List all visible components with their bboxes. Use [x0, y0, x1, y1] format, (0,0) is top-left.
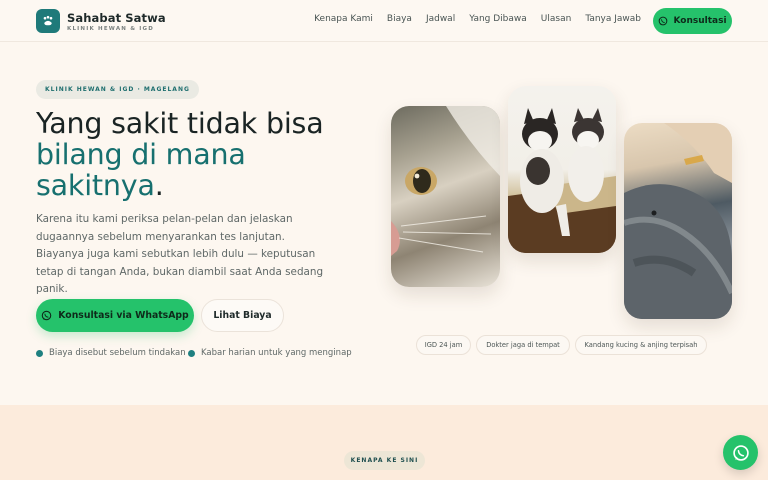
hero-title: Yang sakit tidak bisa bilang di mana sak…: [36, 107, 324, 201]
hero-description: Karena itu kami periksa pelan-pelan dan …: [36, 213, 324, 296]
view-price-button[interactable]: Lihat Biaya: [201, 299, 284, 332]
whatsapp-icon: [659, 16, 668, 26]
cat-photo: [391, 106, 500, 287]
check-item-label: Kabar harian untuk yang menginap: [201, 348, 352, 358]
husky-puppies-illustration: [508, 108, 616, 253]
floating-whatsapp-button[interactable]: [723, 435, 758, 470]
konsultasi-button[interactable]: Konsultasi: [653, 8, 732, 34]
check-item-daily-update: Kabar harian untuk yang menginap: [188, 348, 352, 358]
why-us-eyebrow: KENAPA KE SINI: [344, 451, 425, 470]
whatsapp-icon: [732, 444, 749, 461]
nav-link-tanya-jawab[interactable]: Tanya Jawab: [585, 14, 641, 24]
bullet-dot-icon: [188, 349, 195, 357]
main-menu: Kenapa Kami Biaya Jadwal Yang Dibawa Ula…: [314, 14, 641, 24]
brand-tagline: KLINIK HEWAN & IGD: [67, 26, 155, 32]
check-item-label: Biaya disebut sebelum tindakan: [49, 348, 186, 358]
nav-link-ulasan[interactable]: Ulasan: [541, 14, 572, 24]
gray-dog-illustration: [624, 123, 732, 319]
paw-icon: [43, 15, 53, 26]
gray-dog-photo: [624, 123, 732, 319]
husky-puppies-photo: [508, 86, 616, 253]
whatsapp-consult-label: Konsultasi via WhatsApp: [58, 310, 189, 321]
nav-link-biaya[interactable]: Biaya: [387, 14, 412, 24]
cat-photo-illustration: [391, 106, 500, 256]
hero-title-line1: Yang sakit tidak bisa: [36, 107, 324, 140]
tag-doctor-on-site: Dokter jaga di tempat: [476, 335, 570, 355]
nav-link-jadwal[interactable]: Jadwal: [426, 14, 455, 24]
top-navbar: Sahabat Satwa KLINIK HEWAN & IGD Kenapa …: [0, 0, 768, 42]
check-item-price: Biaya disebut sebelum tindakan: [36, 348, 186, 358]
hero-title-line3-text: sakitnya: [36, 169, 155, 202]
brand-name: Sahabat Satwa: [67, 11, 166, 25]
whatsapp-icon: [41, 310, 52, 321]
hero-title-line3: sakitnya.: [36, 170, 323, 201]
tag-igd-24: IGD 24 jam: [416, 335, 471, 355]
hero-eyebrow: KLINIK HEWAN & IGD · MAGELANG: [36, 80, 199, 99]
tag-separate-kennels: Kandang kucing & anjing terpisah: [575, 335, 707, 355]
logo[interactable]: [36, 9, 60, 33]
hero-title-line2: bilang di mana: [36, 138, 246, 171]
whatsapp-consult-button[interactable]: Konsultasi via WhatsApp: [36, 299, 194, 332]
nav-link-yang-dibawa[interactable]: Yang Dibawa: [469, 14, 527, 24]
hero-title-period: .: [154, 169, 164, 202]
konsultasi-label: Konsultasi: [673, 16, 727, 26]
nav-link-kenapa-kami[interactable]: Kenapa Kami: [314, 14, 373, 24]
brand[interactable]: Sahabat Satwa KLINIK HEWAN & IGD: [67, 11, 166, 32]
bullet-dot-icon: [36, 349, 43, 357]
